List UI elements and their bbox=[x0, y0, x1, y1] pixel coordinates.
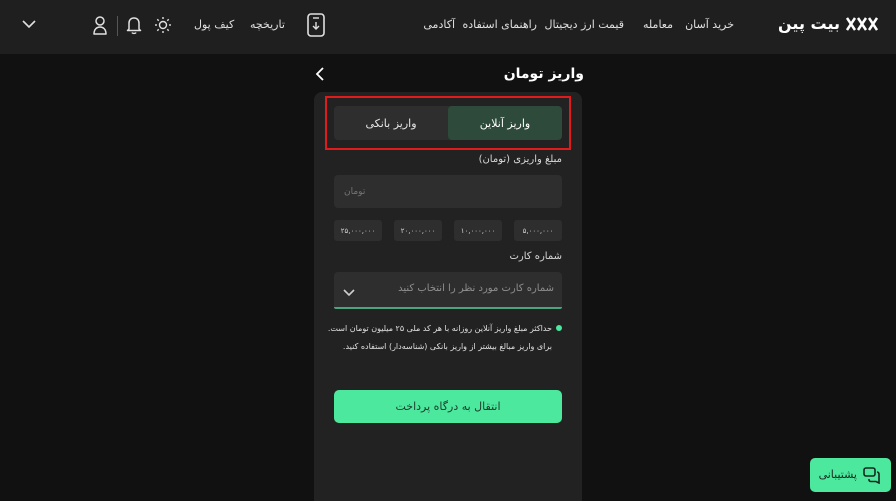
back-chevron-icon[interactable] bbox=[314, 66, 328, 86]
card-number-label: شماره کارت bbox=[509, 251, 562, 262]
bell-icon[interactable] bbox=[126, 15, 142, 35]
quick-amount-chip[interactable]: ۲۵,۰۰۰,۰۰۰ bbox=[334, 220, 382, 241]
logo-text: بیت پین bbox=[778, 14, 840, 33]
quick-amount-chip[interactable]: ۲۰,۰۰۰,۰۰۰ bbox=[394, 220, 442, 241]
amount-label: مبلغ واریزی (تومان) bbox=[478, 154, 562, 165]
amount-input[interactable] bbox=[334, 175, 562, 208]
user-icon[interactable] bbox=[92, 15, 108, 35]
chevron-down-icon bbox=[342, 283, 356, 302]
nav-crypto-prices[interactable]: قیمت ارز دیجیتال bbox=[545, 18, 624, 31]
support-label: پشتیبانی bbox=[818, 468, 857, 481]
highlight-annotation-box bbox=[325, 96, 571, 150]
navbar-divider bbox=[117, 16, 118, 36]
chevron-down-icon[interactable] bbox=[21, 19, 37, 29]
chat-icon bbox=[863, 466, 881, 488]
nav-easy-buy[interactable]: خرید آسان bbox=[685, 18, 734, 31]
nav-history[interactable]: تاریخچه bbox=[250, 18, 285, 31]
card-number-placeholder: شماره کارت مورد نظر را انتخاب کنید bbox=[398, 283, 554, 294]
theme-toggle-icon[interactable] bbox=[154, 16, 172, 34]
logo-mark-icon bbox=[846, 16, 878, 31]
daily-limit-note: حداکثر مبلغ واریز آنلاین روزانه با هر کد… bbox=[327, 324, 552, 333]
nav-trade[interactable]: معامله bbox=[643, 18, 673, 31]
bank-deposit-hint: برای واریز مبالغ بیشتر از واریز بانکی (ش… bbox=[342, 342, 552, 351]
quick-amount-chip[interactable]: ۱۰,۰۰۰,۰۰۰ bbox=[454, 220, 502, 241]
card-number-select[interactable]: شماره کارت مورد نظر را انتخاب کنید bbox=[334, 272, 562, 309]
support-button[interactable]: پشتیبانی bbox=[810, 458, 891, 492]
info-dot-icon bbox=[556, 325, 562, 331]
nav-academy[interactable]: آکادمی bbox=[423, 18, 455, 31]
logo[interactable]: بیت پین bbox=[778, 14, 878, 33]
quick-amount-chip[interactable]: ۵,۰۰۰,۰۰۰ bbox=[514, 220, 562, 241]
nav-guide[interactable]: راهنمای استفاده bbox=[463, 18, 537, 31]
page-title: واریز تومان bbox=[503, 66, 584, 82]
top-navbar: بیت پین خرید آسان معامله قیمت ارز دیجیتا… bbox=[0, 0, 896, 54]
mobile-app-icon[interactable] bbox=[306, 13, 326, 37]
go-to-payment-gateway-button[interactable]: انتقال به درگاه پرداخت bbox=[334, 390, 562, 423]
nav-wallet[interactable]: کیف پول bbox=[194, 18, 234, 31]
